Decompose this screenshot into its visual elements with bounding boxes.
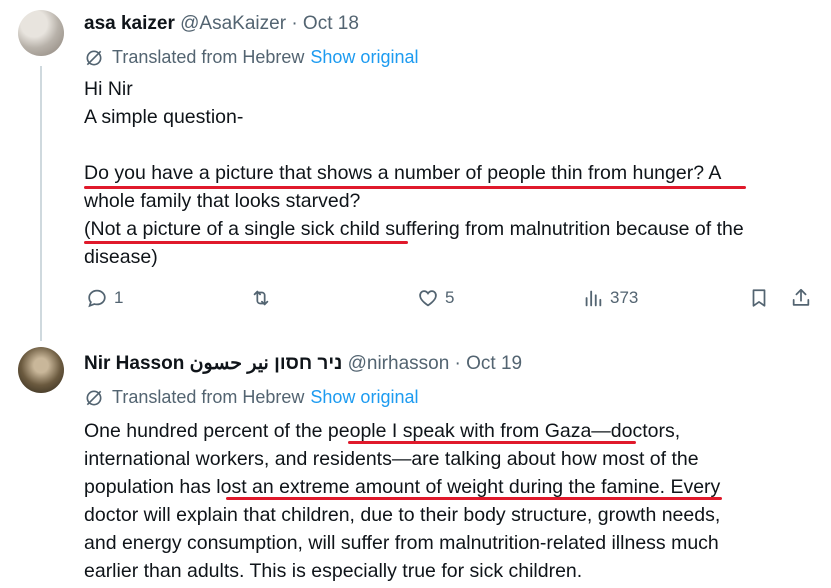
- reply-button[interactable]: 1: [86, 287, 123, 309]
- timestamp[interactable]: Oct 19: [466, 353, 522, 374]
- translated-label: Translated from Hebrew: [112, 387, 305, 407]
- like-count: 5: [445, 288, 455, 307]
- tweet-line: doctor will explain that children, due t…: [84, 504, 721, 526]
- tweet-nirhasson[interactable]: Nir Hasson ניר חסון نير حسون @nirhasson …: [0, 335, 831, 588]
- retweet-button[interactable]: [250, 287, 278, 309]
- retweet-icon: [253, 290, 269, 306]
- share-icon: [792, 288, 810, 306]
- display-name[interactable]: asa kaizer: [84, 13, 175, 34]
- translate-icon: [86, 50, 102, 65]
- views-chart-icon: [585, 290, 602, 307]
- reply-count: 1: [114, 288, 124, 307]
- views-count: 373: [610, 288, 639, 307]
- share-button[interactable]: [790, 287, 818, 309]
- handle[interactable]: @AsaKaizer: [180, 13, 286, 34]
- reply-icon: [88, 289, 106, 308]
- tweet-line: earlier than adults. This is especially …: [84, 560, 583, 582]
- tweet-line: A simple question-: [84, 106, 244, 128]
- show-original-link[interactable]: Show original: [310, 47, 418, 68]
- highlight-underline: [84, 241, 408, 244]
- tweet-header: asa kaizer @AsaKaizer · Oct 18: [84, 13, 359, 35]
- translate-icon: [86, 390, 102, 405]
- views-button[interactable]: 373: [582, 287, 638, 309]
- separator: ·: [291, 13, 298, 34]
- tweet-line: Hi Nir: [84, 78, 133, 100]
- tweet-line: whole family that looks starved?: [84, 190, 361, 212]
- separator: ·: [454, 353, 461, 374]
- tweet-line: (Not a picture of a single sick child su…: [84, 218, 744, 240]
- tweet-line: disease): [84, 246, 158, 268]
- tweet-header: Nir Hasson ניר חסון نير حسون @nirhasson …: [84, 352, 522, 375]
- bookmark-button[interactable]: [748, 287, 776, 309]
- translation-notice: Translated from Hebrew Show original: [84, 387, 418, 408]
- tweet-asakaizer[interactable]: asa kaizer @AsaKaizer · Oct 18 Translate…: [0, 0, 831, 341]
- like-button[interactable]: 5: [417, 287, 454, 309]
- avatar[interactable]: [18, 10, 64, 56]
- tweet-line: and energy consumption, will suffer from…: [84, 532, 719, 554]
- thread-connector-line: [40, 66, 42, 341]
- tweet-line: Do you have a picture that shows a numbe…: [84, 162, 722, 184]
- show-original-link[interactable]: Show original: [310, 387, 418, 408]
- highlight-underline: [84, 186, 746, 189]
- handle[interactable]: @nirhasson: [348, 353, 450, 374]
- display-name[interactable]: Nir Hasson ניר חסון نير حسون: [84, 353, 342, 374]
- highlight-underline: [226, 497, 722, 500]
- tweet-line: international workers, and residents—are…: [84, 448, 699, 470]
- bookmark-icon: [752, 289, 766, 307]
- translation-notice: Translated from Hebrew Show original: [84, 47, 418, 68]
- heart-icon: [419, 290, 437, 307]
- timestamp[interactable]: Oct 18: [303, 13, 359, 34]
- highlight-underline: [348, 441, 636, 444]
- avatar[interactable]: [18, 347, 64, 393]
- translated-label: Translated from Hebrew: [112, 47, 305, 67]
- tweet-actions: 1 5 373: [84, 285, 814, 315]
